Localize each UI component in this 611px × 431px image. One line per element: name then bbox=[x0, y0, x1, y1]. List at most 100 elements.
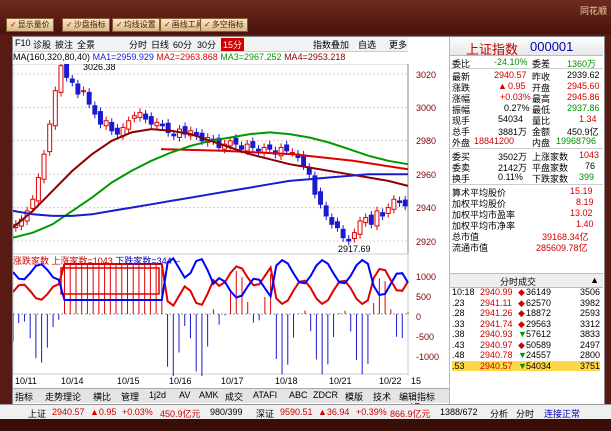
tick-row: .38 2940.93 ▼ 57612 3833 bbox=[452, 329, 601, 339]
top-toolbar: 同花顺 ✓显示量价 ✓沙盘指标 ✓均线设置 ✓画线工具 ✓多空指标 bbox=[0, 0, 611, 34]
tab-atafi[interactable]: ATAFI bbox=[253, 390, 277, 400]
status-bar: 上证 2940.57 ▲0.95 +0.03% 450.9亿元 980/399 … bbox=[0, 404, 611, 420]
candle bbox=[97, 111, 103, 125]
tb-note[interactable]: 披注 bbox=[55, 38, 73, 51]
top-btn-1[interactable]: ✓显示量价 bbox=[6, 18, 54, 32]
candle bbox=[239, 145, 245, 150]
candle bbox=[267, 144, 273, 150]
candle bbox=[374, 210, 380, 227]
top-btn-3[interactable]: ✓均线设置 bbox=[112, 18, 160, 32]
tick-row: .43 2940.97 ◆ 50589 2497 bbox=[452, 339, 601, 350]
candle bbox=[351, 232, 357, 239]
candle bbox=[92, 105, 98, 115]
tab-av[interactable]: AV bbox=[179, 390, 190, 400]
tick-row: .33 2941.74 ◆ 29563 3312 bbox=[452, 318, 601, 329]
candle bbox=[346, 238, 352, 242]
ind-axis-1000: 1000 bbox=[416, 272, 437, 282]
candle bbox=[109, 121, 115, 132]
tick-row: .23 2941.11 ◆ 62570 3982 bbox=[452, 297, 601, 308]
candle bbox=[81, 90, 87, 93]
tb-more[interactable]: 更多 bbox=[389, 38, 407, 51]
tab-amk[interactable]: AMK bbox=[199, 390, 219, 400]
top-btn-5[interactable]: ✓多空指标 bbox=[200, 18, 248, 32]
candle bbox=[41, 153, 47, 180]
tick-row: .28 2941.26 ◆ 18872 2593 bbox=[452, 308, 601, 318]
tab-template[interactable]: 模版 bbox=[345, 390, 363, 403]
tb-diagnose[interactable]: 诊股 bbox=[33, 38, 51, 51]
scroll-up-icon[interactable]: ▲ bbox=[590, 275, 599, 285]
tb-30[interactable]: 30分 bbox=[197, 38, 216, 51]
tab-1j2d[interactable]: 1j2d bbox=[149, 390, 166, 400]
tb-favorite[interactable]: 自选 bbox=[358, 38, 376, 51]
tab-indicator[interactable]: 指标 bbox=[15, 390, 33, 403]
bottom-bar bbox=[0, 419, 611, 431]
ind-axis-0: 0 bbox=[416, 312, 422, 322]
tick-row: .48 2940.78 ▼ 24557 2800 bbox=[452, 350, 601, 360]
ind-axis-500: 500 bbox=[416, 292, 432, 302]
tab-compare[interactable]: 横比 bbox=[93, 390, 111, 403]
axis-2940: 2940 bbox=[416, 203, 437, 213]
candle bbox=[340, 228, 346, 239]
tb-15-active[interactable]: 15分 bbox=[221, 38, 245, 51]
axis-3020: 3020 bbox=[416, 70, 437, 80]
ma-legend: MA(160,320,80,40) MA1=2959.929 MA2=2963.… bbox=[13, 52, 346, 62]
candle bbox=[30, 198, 36, 209]
candle bbox=[160, 123, 166, 127]
candle bbox=[233, 137, 239, 145]
candle bbox=[397, 200, 403, 204]
candle bbox=[318, 191, 324, 205]
candle bbox=[244, 143, 250, 152]
tick-row: 10:18 2940.99 ◆ 36149 3506 bbox=[452, 287, 601, 297]
candle bbox=[301, 154, 307, 167]
indicator-legend: 涨跌家数 上涨家数=1043 下跌家数=344 -- bbox=[13, 256, 181, 266]
low-annotation: 2917.69 bbox=[338, 244, 371, 254]
candle bbox=[148, 116, 154, 125]
candle bbox=[368, 214, 374, 225]
tab-manage[interactable]: 管理 bbox=[121, 390, 139, 403]
candle bbox=[47, 123, 53, 153]
tab-edit[interactable]: 编辑指标 bbox=[399, 390, 435, 403]
ind-axis-m500: -500 bbox=[416, 332, 435, 342]
candle bbox=[255, 148, 261, 152]
candle bbox=[143, 113, 149, 120]
candle bbox=[58, 65, 64, 93]
bottom-tabs: 指标 走势理论 横比 管理 1j2d AV AMK 成交 ATAFI ABC Z… bbox=[13, 388, 449, 403]
candle bbox=[284, 144, 290, 152]
candle bbox=[363, 217, 369, 224]
tb-minute[interactable]: 分时 bbox=[129, 38, 147, 51]
candle bbox=[402, 199, 408, 207]
tick-list: 10:18 2940.99 ◆ 36149 3506 .23 2941.11 ◆ 62570 3… bbox=[452, 287, 600, 371]
axis-2980: 2980 bbox=[416, 136, 437, 146]
tab-volume[interactable]: 成交 bbox=[225, 390, 243, 403]
axis-3000: 3000 bbox=[416, 103, 437, 113]
tb-daily[interactable]: 日线 bbox=[151, 38, 169, 51]
tb-60[interactable]: 60分 bbox=[173, 38, 192, 51]
tab-tech[interactable]: 技术 bbox=[373, 390, 391, 403]
candle bbox=[137, 111, 143, 118]
candle bbox=[250, 141, 256, 148]
candle bbox=[126, 120, 132, 130]
tb-panorama[interactable]: 全景 bbox=[77, 38, 95, 51]
kline-chart[interactable]: 3026.38 2917.69 bbox=[13, 64, 449, 376]
candle bbox=[131, 115, 137, 119]
axis-2960: 2960 bbox=[416, 170, 437, 180]
tab-theory[interactable]: 走势理论 bbox=[45, 390, 81, 403]
top-btn-2[interactable]: ✓沙盘指标 bbox=[62, 18, 110, 32]
x-axis: 10/11 10/14 10/15 10/16 10/17 10/18 10/2… bbox=[13, 375, 421, 411]
chart-toolbar: F10 诊股 披注 全景 分时 日线 60分 30分 15分 指数叠加 自选 更… bbox=[13, 37, 408, 52]
brand-logo: 同花顺 bbox=[579, 6, 607, 16]
candle bbox=[391, 198, 397, 210]
candle bbox=[357, 220, 363, 235]
tab-abc[interactable]: ABC bbox=[289, 390, 308, 400]
tb-overlay[interactable]: 指数叠加 bbox=[313, 38, 349, 51]
candle bbox=[103, 120, 109, 127]
candle bbox=[154, 121, 160, 127]
tb-f10[interactable]: F10 bbox=[15, 38, 31, 48]
candle bbox=[385, 207, 391, 214]
axis-2920: 2920 bbox=[416, 237, 437, 247]
ind-axis-m1000: -1000 bbox=[416, 352, 440, 362]
candle bbox=[35, 177, 41, 202]
candle bbox=[227, 140, 233, 147]
candle bbox=[380, 212, 386, 217]
tab-zdcr[interactable]: ZDCR bbox=[313, 390, 338, 400]
